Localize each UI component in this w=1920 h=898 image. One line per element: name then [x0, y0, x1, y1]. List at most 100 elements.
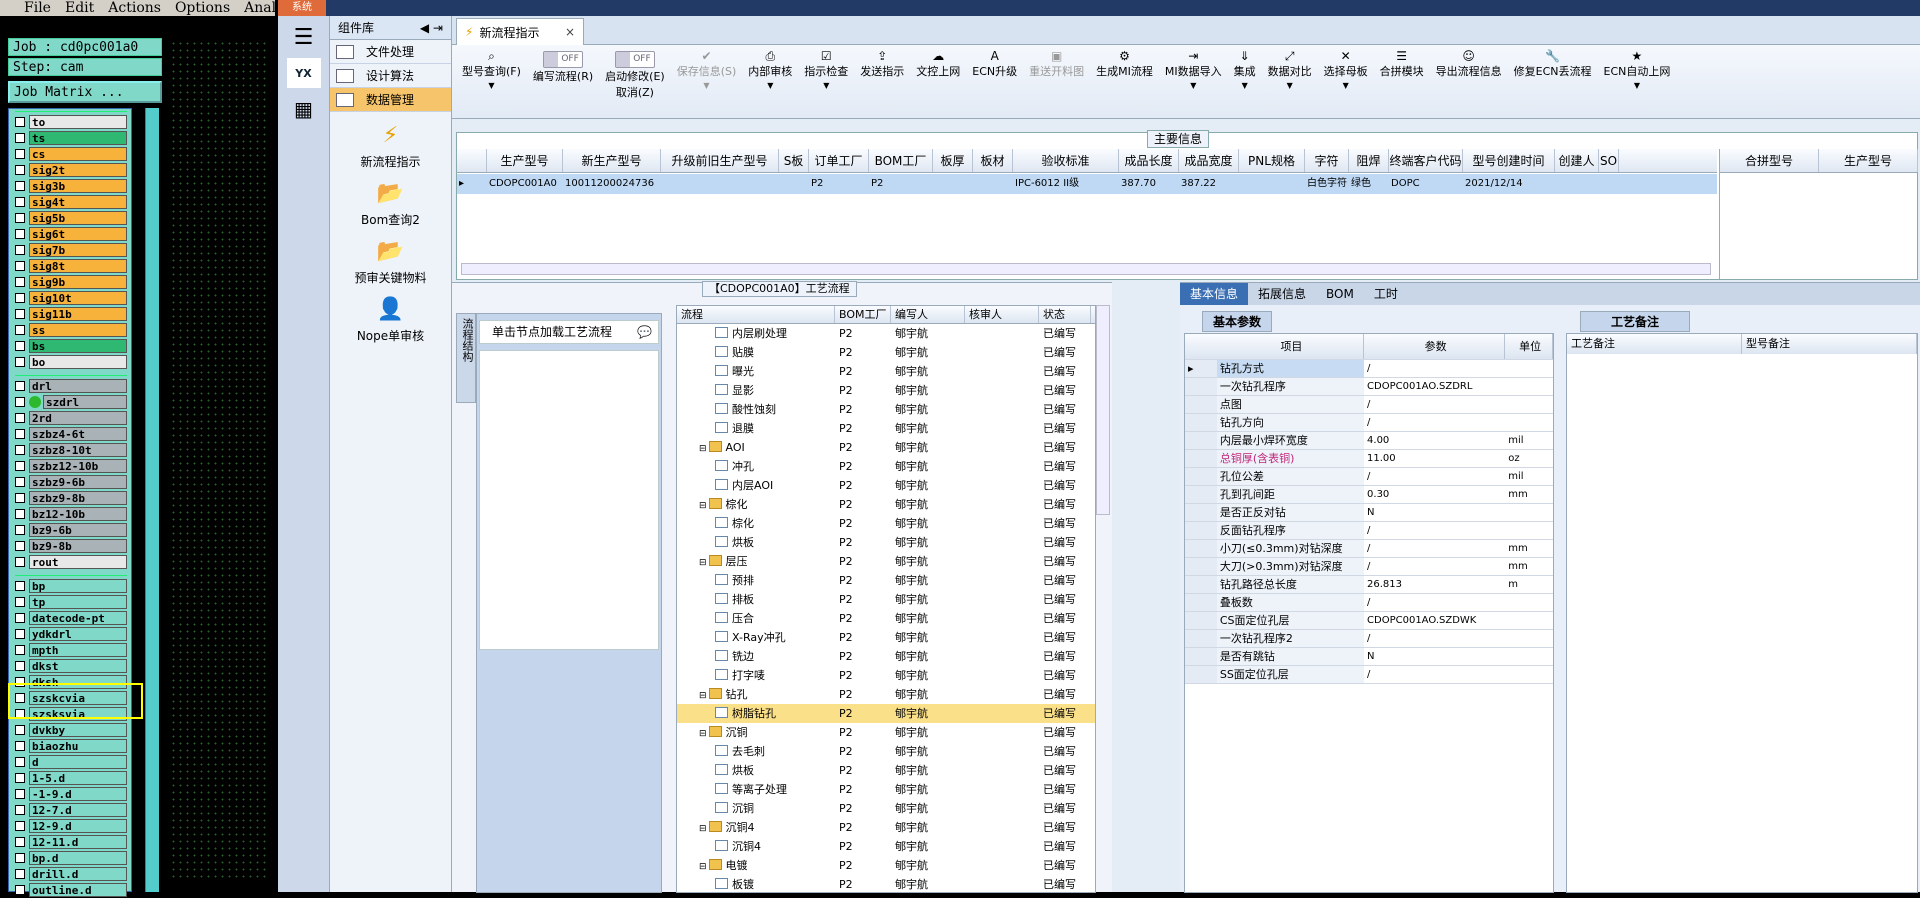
ribbon-button[interactable]: OFF 编写流程(R): [527, 45, 599, 84]
column-header[interactable]: 生产型号: [1819, 149, 1918, 172]
ribbon-button[interactable]: ⎙ 内部审核 ▼: [742, 45, 798, 90]
comp-big-item[interactable]: 📂 预审关键物料: [330, 238, 451, 286]
layer-checkbox[interactable]: [15, 581, 25, 591]
ribbon-button[interactable]: ✔ 保存信息(S) ▼: [671, 45, 743, 90]
tree-row[interactable]: ⊟ 钻孔 P2 郇宇航 已编写: [677, 685, 1095, 704]
param-value[interactable]: N: [1364, 504, 1505, 521]
param-row[interactable]: 一次钻孔程序2/: [1185, 630, 1553, 648]
layer-row[interactable]: szbz9-8b: [15, 490, 127, 506]
layer-checkbox[interactable]: [15, 613, 25, 623]
basic-params-tab[interactable]: 基本参数: [1202, 311, 1273, 332]
layer-checkbox[interactable]: [15, 597, 25, 607]
layer-checkbox[interactable]: [15, 725, 25, 735]
ribbon-button[interactable]: ⌕ 型号查询(F) ▼: [456, 45, 527, 90]
layer-row[interactable]: 12-7.d: [15, 802, 127, 818]
tree-row[interactable]: X-Ray冲孔 P2 郇宇航 已编写: [677, 628, 1095, 647]
param-value[interactable]: /: [1364, 522, 1505, 539]
grid-cell[interactable]: IPC-6012 II级: [1013, 174, 1119, 194]
column-header[interactable]: 板材: [973, 149, 1013, 172]
main-hscrollbar[interactable]: [461, 263, 1711, 275]
column-header[interactable]: BOM工厂: [835, 306, 891, 323]
cad-menu-item[interactable]: Actions: [108, 0, 161, 16]
system-tab[interactable]: 系统: [278, 0, 326, 16]
param-row[interactable]: 大刀(>0.3mm)对钻深度 / mm: [1185, 558, 1553, 576]
tree-row[interactable]: 沉铜 P2 郇宇航 已编写: [677, 799, 1095, 818]
layer-checkbox[interactable]: [15, 661, 25, 671]
tree-row[interactable]: 铣边 P2 郇宇航 已编写: [677, 647, 1095, 666]
layer-checkbox[interactable]: [15, 509, 25, 519]
grid-cell[interactable]: 387.22: [1179, 174, 1239, 194]
param-value[interactable]: /: [1364, 630, 1505, 647]
column-header[interactable]: 编写人: [891, 306, 965, 323]
layer-row[interactable]: drl: [15, 378, 127, 394]
grid-cell[interactable]: [933, 174, 973, 194]
layer-checkbox[interactable]: [15, 325, 25, 335]
column-header[interactable]: 参数: [1364, 334, 1506, 359]
layer-checkbox[interactable]: [15, 477, 25, 487]
row-selector[interactable]: [1185, 468, 1217, 485]
param-row[interactable]: 叠板数 /: [1185, 594, 1553, 612]
grid-cell[interactable]: [779, 174, 809, 194]
layer-checkbox[interactable]: [15, 197, 25, 207]
layer-row[interactable]: sig9b: [15, 274, 127, 290]
expand-icon[interactable]: ⊟: [699, 501, 707, 511]
tree-row[interactable]: 退膜 P2 郇宇航 已编写: [677, 419, 1095, 438]
param-row[interactable]: 钻孔路径总长度 26.813 m: [1185, 576, 1553, 594]
param-value[interactable]: /: [1364, 396, 1505, 413]
layer-row[interactable]: dvkby: [15, 722, 127, 738]
expand-icon[interactable]: ⊟: [699, 444, 707, 454]
cad-menu-item[interactable]: File: [24, 0, 51, 16]
layer-checkbox[interactable]: [15, 293, 25, 303]
dropdown-arrow-icon[interactable]: ▼: [703, 81, 709, 90]
param-row[interactable]: 小刀(≤0.3mm)对钻深度 / mm: [1185, 540, 1553, 558]
column-header[interactable]: PNL规格: [1239, 149, 1305, 172]
ribbon-button[interactable]: ⤢ 数据对比 ▼: [1262, 45, 1318, 90]
param-row[interactable]: SS面定位孔层 /: [1185, 666, 1553, 684]
grid-cell[interactable]: 白色字符: [1305, 174, 1349, 194]
column-header[interactable]: 成品宽度: [1179, 149, 1239, 172]
layer-row[interactable]: 2rd: [15, 410, 127, 426]
row-selector[interactable]: [1185, 450, 1217, 467]
row-selector[interactable]: [1185, 378, 1217, 395]
layer-checkbox[interactable]: [15, 445, 25, 455]
layer-checkbox[interactable]: [15, 261, 25, 271]
cad-menu-item[interactable]: Edit: [65, 0, 94, 16]
job-matrix-button[interactable]: Job Matrix ...: [8, 81, 162, 103]
comp-big-item[interactable]: 👤 Nope单审核: [330, 296, 451, 344]
layer-row[interactable]: tp: [15, 594, 127, 610]
grid-cell[interactable]: P2: [869, 174, 933, 194]
nav-icons[interactable]: ◀ ⇥: [420, 21, 443, 35]
column-header[interactable]: 成品长度: [1119, 149, 1179, 172]
expand-icon[interactable]: ⊟: [699, 729, 707, 739]
param-value[interactable]: /: [1364, 666, 1505, 683]
grid-cell[interactable]: [1599, 174, 1619, 194]
layer-checkbox[interactable]: [15, 397, 25, 407]
layer-checkbox[interactable]: [15, 429, 25, 439]
param-row[interactable]: 一次钻孔程序 CDOPC001AO.SZDRL: [1185, 378, 1553, 396]
column-header[interactable]: S板: [779, 149, 809, 172]
layer-row[interactable]: szbz12-10b: [15, 458, 127, 474]
tree-row[interactable]: 打字唛 P2 郇宇航 已编写: [677, 666, 1095, 685]
ribbon-button[interactable]: ⚙ 生成MI流程: [1090, 45, 1159, 79]
column-header[interactable]: 阻焊: [1349, 149, 1389, 172]
ribbon-button[interactable]: ☁ 文控上网: [910, 45, 966, 79]
column-header[interactable]: 验收标准: [1013, 149, 1119, 172]
layer-row[interactable]: 1-5.d: [15, 770, 127, 786]
comp-item[interactable]: 数据管理: [330, 88, 451, 112]
grid-cell[interactable]: P2: [809, 174, 869, 194]
tree-row[interactable]: 去毛刺 P2 郇宇航 已编写: [677, 742, 1095, 761]
tree-row[interactable]: 内层刷处理 P2 郇宇航 已编写: [677, 324, 1095, 343]
layer-row[interactable]: sig2t: [15, 162, 127, 178]
tree-row[interactable]: 棕化 P2 郇宇航 已编写: [677, 514, 1095, 533]
layer-checkbox[interactable]: [15, 213, 25, 223]
row-selector[interactable]: [1185, 540, 1217, 557]
grid-cell[interactable]: 2021/12/14: [1463, 174, 1555, 194]
row-selector[interactable]: [1185, 594, 1217, 611]
detail-tab[interactable]: 拓展信息: [1248, 283, 1316, 305]
tree-row[interactable]: 内层AOI P2 郇宇航 已编写: [677, 476, 1095, 495]
layer-row[interactable]: to: [15, 114, 127, 130]
ribbon-button[interactable]: 🔧 修复ECN丢流程: [1508, 45, 1598, 79]
expand-icon[interactable]: ⊟: [699, 862, 707, 872]
layer-row[interactable]: mpth: [15, 642, 127, 658]
ribbon-button[interactable]: ✕ 选择母板 ▼: [1318, 45, 1374, 90]
